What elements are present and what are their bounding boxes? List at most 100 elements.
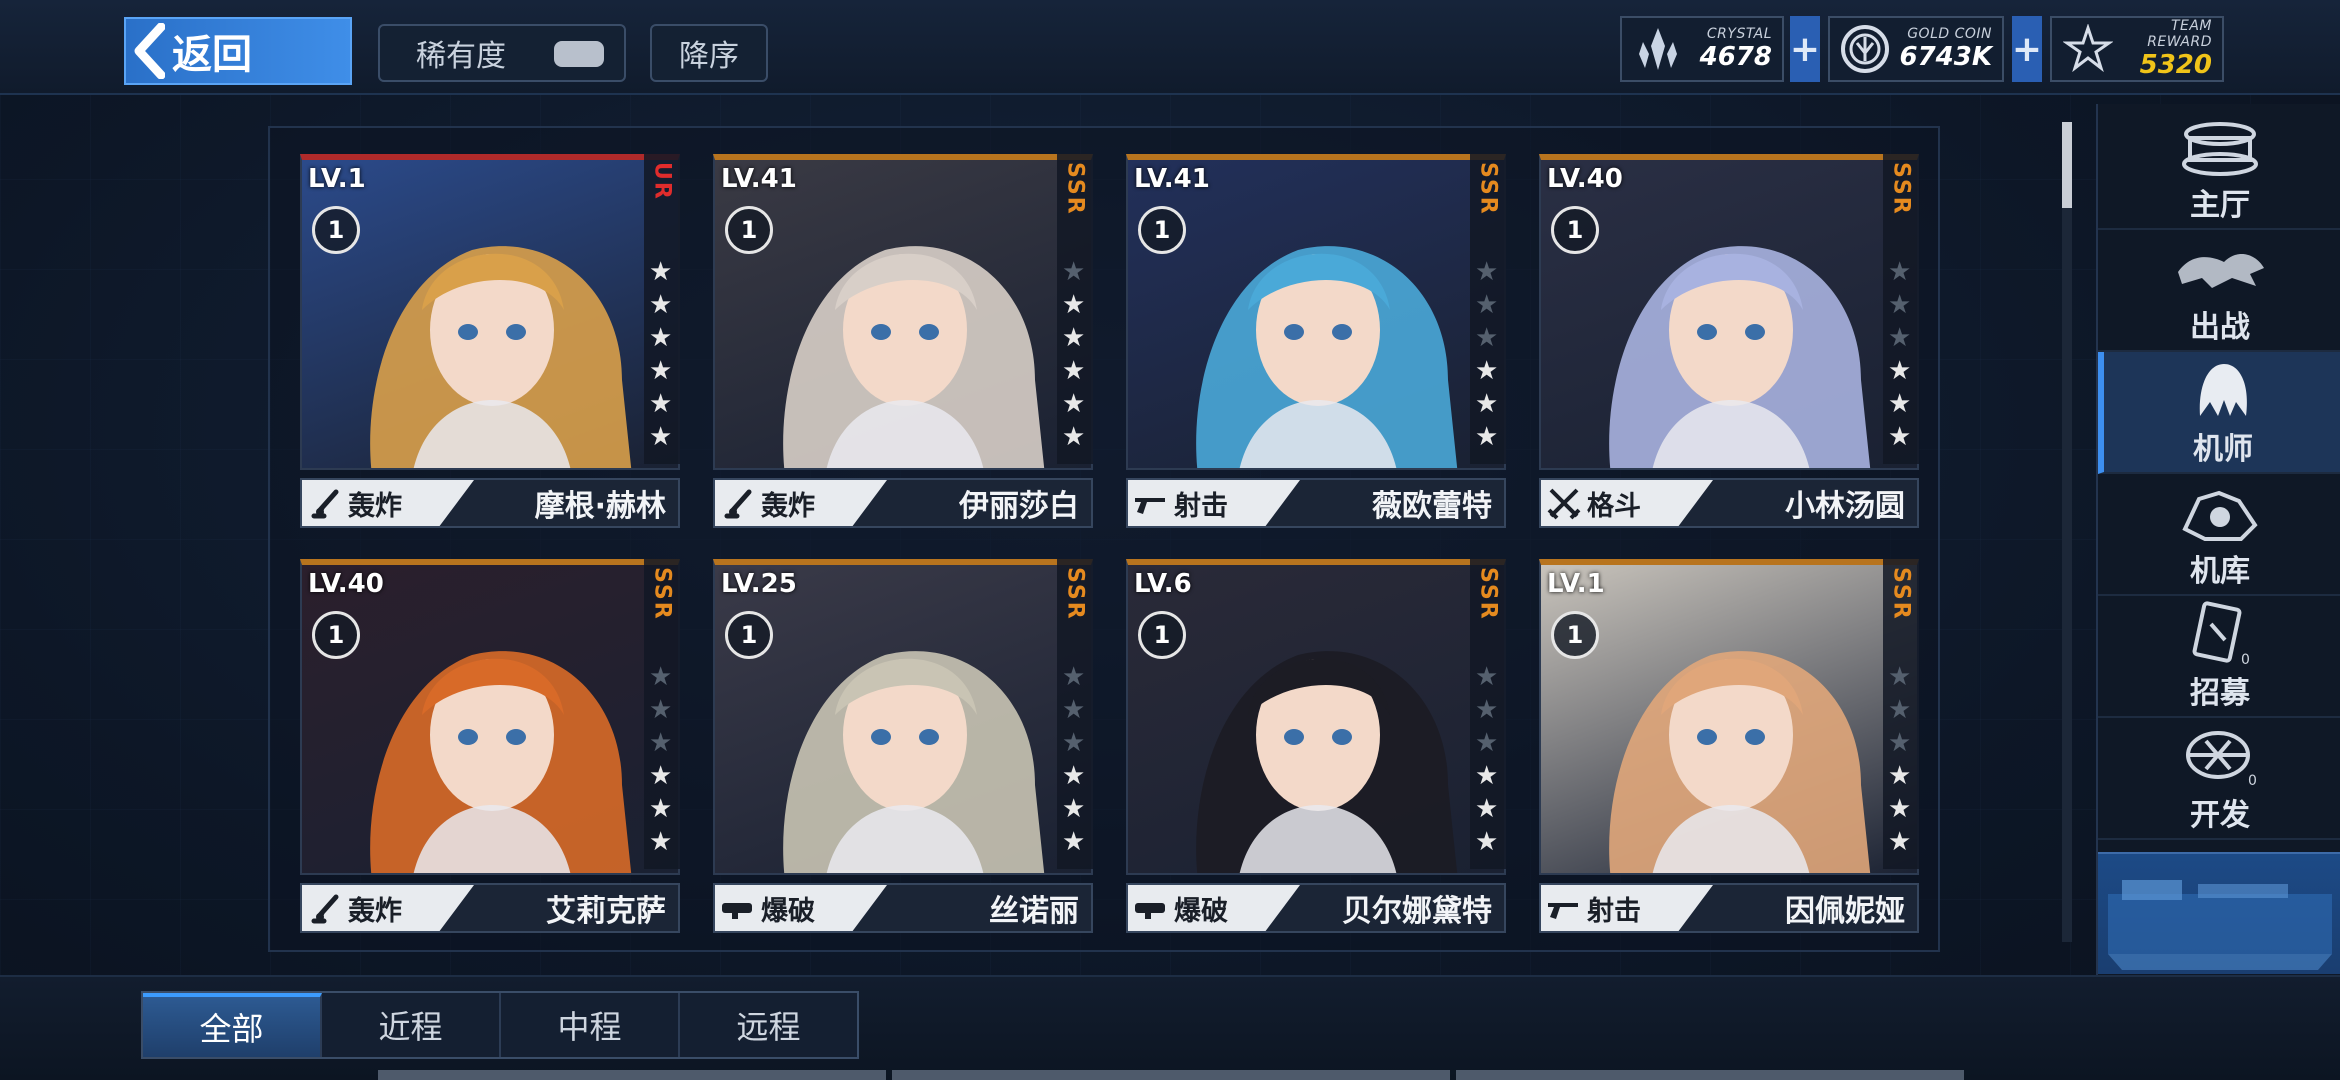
pilot-name: 贝尔娜黛特: [1342, 894, 1492, 929]
ship-preview-thumbnail[interactable]: [2098, 852, 2340, 974]
pilot-level: LV.25: [721, 569, 797, 599]
rank-badge: 1: [312, 611, 360, 659]
role-tag: 射击: [1541, 885, 1713, 931]
pilot-portrait: [300, 559, 680, 875]
pilot-card[interactable]: LV.41 1 SSR ★ ★ ★ ★ ★ ★ 轰炸 伊丽莎白: [713, 154, 1093, 528]
star-icon: ★: [1062, 827, 1086, 857]
star-icon: ★: [1062, 794, 1086, 824]
pilot-info-bar: 爆破 贝尔娜黛特: [1126, 883, 1506, 933]
star-rating: ★ ★ ★ ★ ★ ★: [1475, 663, 1498, 857]
pilot-card[interactable]: LV.40 1 SSR ★ ★ ★ ★ ★ ★ 轰炸 艾莉克萨: [300, 559, 680, 933]
role-tag: 轰炸: [302, 480, 474, 526]
star-icon: ★: [1888, 827, 1912, 857]
pilot-info-bar: 轰炸 艾莉克萨: [300, 883, 680, 933]
star-icon: ★: [1475, 356, 1499, 386]
side-nav: 主厅 出战 机师机库 0 招募 0 开发: [2096, 104, 2340, 980]
crystal-value: 4678: [1699, 42, 1772, 72]
star-icon: ★: [1475, 422, 1499, 452]
pilot-name: 摩根·赫林: [534, 489, 666, 524]
rarity-label: SSR: [1062, 162, 1088, 216]
star-icon: ★: [649, 827, 673, 857]
pilot-card[interactable]: LV.1 1 SSR ★ ★ ★ ★ ★ ★ 射击 因佩妮娅: [1539, 559, 1919, 933]
star-icon: ★: [1888, 761, 1912, 791]
nav-item-4[interactable]: 0 招募: [2098, 596, 2340, 718]
star-icon: ★: [1062, 728, 1086, 758]
sort-order-label: 降序: [679, 39, 739, 74]
filter-tab[interactable]: 近程: [322, 993, 501, 1057]
rarity-column: SSR ★ ★ ★ ★ ★ ★: [1470, 154, 1506, 464]
star-icon: ★: [1888, 662, 1912, 692]
mortar-icon: [302, 480, 348, 526]
back-button[interactable]: 返回: [124, 17, 352, 85]
pilot-portrait: [1126, 559, 1506, 875]
mortar-icon: [715, 480, 761, 526]
star-icon: ★: [1888, 794, 1912, 824]
pilot-card[interactable]: LV.40 1 SSR ★ ★ ★ ★ ★ ★ 格斗 小林汤圆: [1539, 154, 1919, 528]
crossed-swords-icon: [1541, 480, 1587, 526]
star-icon: ★: [649, 422, 673, 452]
star-icon: ★: [1062, 290, 1086, 320]
rarity-column: SSR ★ ★ ★ ★ ★ ★: [1883, 154, 1919, 464]
pilot-card[interactable]: LV.6 1 SSR ★ ★ ★ ★ ★ ★ 爆破 贝尔娜黛特: [1126, 559, 1506, 933]
role-tag: 爆破: [1128, 885, 1300, 931]
screen: { "header": { "back_label": "返回", "sort_…: [0, 0, 2340, 1080]
pilot-card[interactable]: LV.41 1 SSR ★ ★ ★ ★ ★ ★ 射击 薇欧蕾特: [1126, 154, 1506, 528]
recruit-icon: 0: [2170, 600, 2270, 668]
nav-item-5[interactable]: 0 开发: [2098, 718, 2340, 840]
star-icon: ★: [1062, 422, 1086, 452]
pilot-card[interactable]: LV.25 1 SSR ★ ★ ★ ★ ★ ★ 爆破 丝诺丽: [713, 559, 1093, 933]
sort-rarity-button[interactable]: 稀有度: [378, 24, 626, 82]
nav-label: 招募: [2190, 676, 2250, 711]
lobby-icon: [2170, 112, 2270, 180]
develop-icon: 0: [2170, 722, 2270, 790]
nav-label: 开发: [2190, 798, 2250, 833]
nav-label: 机库: [2190, 554, 2250, 589]
nav-item-1[interactable]: 出战: [2098, 230, 2340, 352]
star-rating: ★ ★ ★ ★ ★ ★: [1475, 258, 1498, 452]
pilot-info-bar: 射击 薇欧蕾特: [1126, 478, 1506, 528]
crystal-icon: [1622, 18, 1694, 80]
star-icon: ★: [649, 662, 673, 692]
team-reward-counter: TEAM REWARD 5320: [2050, 16, 2224, 82]
star-icon: ★: [1888, 389, 1912, 419]
star-icon: ★: [1888, 422, 1912, 452]
star-icon: ★: [1062, 389, 1086, 419]
role-label: 爆破: [1174, 895, 1228, 927]
role-label: 射击: [1587, 895, 1641, 927]
rifle-icon: [1541, 885, 1587, 931]
mortar-icon: [302, 885, 348, 931]
nav-item-2[interactable]: 机师: [2098, 352, 2340, 474]
rank-badge: 1: [1138, 611, 1186, 659]
team-reward-caption: TEAM REWARD: [2147, 18, 2212, 50]
rank-badge: 1: [725, 611, 773, 659]
nav-item-3[interactable]: 机库: [2098, 474, 2340, 596]
bottom-strip: [1456, 1070, 1964, 1080]
sort-order-button[interactable]: 降序: [650, 24, 768, 82]
star-icon: ★: [649, 290, 673, 320]
svg-text:0: 0: [2241, 652, 2250, 668]
filter-tab[interactable]: 远程: [680, 993, 857, 1057]
star-icon: ★: [649, 257, 673, 287]
role-label: 爆破: [761, 895, 815, 927]
pilot-info-bar: 轰炸 伊丽莎白: [713, 478, 1093, 528]
star-icon: ★: [1062, 761, 1086, 791]
pilot-info-bar: 格斗 小林汤圆: [1539, 478, 1919, 528]
rifle-icon: [1128, 480, 1174, 526]
rank-badge: 1: [1551, 206, 1599, 254]
add-crystal-button[interactable]: +: [1790, 16, 1820, 82]
nav-item-0[interactable]: 主厅: [2098, 108, 2340, 230]
pilot-name: 伊丽莎白: [959, 489, 1079, 524]
filter-tab[interactable]: 全部: [143, 993, 322, 1057]
rarity-column: UR ★ ★ ★ ★ ★ ★: [644, 154, 680, 464]
team-reward-value: 5320: [2139, 50, 2212, 80]
pilot-portrait: [713, 559, 1093, 875]
filter-tab[interactable]: 中程: [501, 993, 680, 1057]
role-label: 轰炸: [761, 490, 815, 522]
pilot-card[interactable]: LV.1 1 UR ★ ★ ★ ★ ★ ★ 轰炸 摩根·赫林: [300, 154, 680, 528]
scrollbar-thumb[interactable]: [2062, 122, 2072, 208]
star-icon: ★: [1062, 356, 1086, 386]
star-icon: ★: [649, 728, 673, 758]
add-gold-button[interactable]: +: [2012, 16, 2042, 82]
star-icon: ★: [1888, 728, 1912, 758]
role-tag: 格斗: [1541, 480, 1713, 526]
